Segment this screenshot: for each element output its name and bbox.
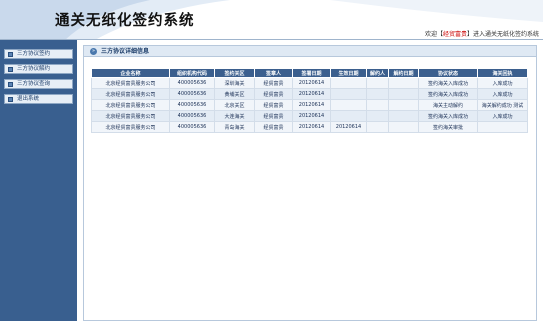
table-row[interactable]: 北京经贸富贵服务公司 400005636 大连海关 经贸富贵 20120614 … (91, 110, 528, 122)
table-row[interactable]: 北京经贸富贵服务公司 400005636 北京关区 经贸富贵 20120614 … (91, 99, 528, 111)
table-cell: 入库成功 (477, 88, 528, 100)
column-header: 组织机构代码 (169, 68, 215, 78)
column-header: 企业名称 (91, 68, 170, 78)
info-icon: » (90, 48, 97, 55)
welcome-suffix: 】进入通关无纸化签约系统 (466, 31, 539, 38)
table-cell (366, 110, 389, 122)
table-cell: 400005636 (169, 77, 215, 89)
column-header: 协议状态 (418, 68, 478, 78)
table-cell: 北京经贸富贵服务公司 (91, 121, 170, 133)
column-header: 生效日期 (330, 68, 367, 78)
table-cell (366, 77, 389, 89)
table-cell: 20120614 (292, 121, 331, 133)
table-cell: 大连海关 (214, 110, 255, 122)
table-cell: 经贸富贵 (254, 88, 293, 100)
table-cell (366, 121, 389, 133)
agreement-table: 企业名称 组织机构代码 签约关区 签章人 签署日期 生效日期 解约人 解约日期 … (91, 68, 528, 133)
sidebar-item-query[interactable]: 三方协议查询 (4, 79, 73, 89)
panel-title: 三方协议详细信息 (101, 48, 150, 55)
table-row[interactable]: 北京经贸富贵服务公司 400005636 青岛海关 经贸富贵 20120614 … (91, 121, 528, 133)
table-cell: 20120614 (292, 110, 331, 122)
welcome-user: 经贸富贵 (442, 31, 467, 38)
table-header-row: 企业名称 组织机构代码 签约关区 签章人 签署日期 生效日期 解约人 解约日期 … (91, 68, 528, 78)
table-cell: 经贸富贵 (254, 110, 293, 122)
table-cell: 400005636 (169, 88, 215, 100)
agreement-detail-panel: » 三方协议详细信息 企业名称 组织机构代码 签约关区 签章人 签署日期 生效日… (83, 45, 537, 321)
table-cell: 20120614 (292, 99, 331, 111)
column-header: 签约关区 (214, 68, 255, 78)
sidebar-item-sign[interactable]: 三方协议签约 (4, 49, 73, 59)
sidebar-item-label: 三方协议解约 (17, 66, 51, 72)
sidebar-item-terminate[interactable]: 三方协议解约 (4, 64, 73, 74)
table-cell: 青岛海关 (214, 121, 255, 133)
sidebar-item-label: 退出系统 (17, 96, 40, 102)
table-cell: 北京经贸富贵服务公司 (91, 99, 170, 111)
table-cell: 签约海关入库成功 (418, 88, 478, 100)
table-cell: 北京经贸富贵服务公司 (91, 77, 170, 89)
table-cell (388, 121, 419, 133)
table-cell: 20120614 (292, 88, 331, 100)
table-cell (330, 99, 367, 111)
table-cell: 400005636 (169, 99, 215, 111)
sidebar-item-label: 三方协议签约 (17, 51, 51, 57)
column-header: 解约日期 (388, 68, 419, 78)
app-title: 通关无纸化签约系统 (55, 13, 195, 29)
panel-header: » 三方协议详细信息 (84, 46, 536, 57)
table-cell: 经贸富贵 (254, 121, 293, 133)
table-cell: 入库成功 (477, 77, 528, 89)
table-cell: 20120614 (330, 121, 367, 133)
bullet-icon (8, 52, 13, 57)
table-cell: 黄埔关区 (214, 88, 255, 100)
table-cell (388, 77, 419, 89)
table-cell: 400005636 (169, 121, 215, 133)
table-cell (366, 88, 389, 100)
bullet-icon (8, 97, 13, 102)
table-cell: 经贸富贵 (254, 77, 293, 89)
column-header: 签署日期 (292, 68, 331, 78)
table-cell (388, 88, 419, 100)
table-cell (388, 110, 419, 122)
table-cell: 深圳海关 (214, 77, 255, 89)
sidebar-item-label: 三方协议查询 (17, 81, 51, 87)
column-header: 海关回执 (477, 68, 528, 78)
sidebar-item-logout[interactable]: 退出系统 (4, 94, 73, 104)
table-cell (366, 99, 389, 111)
table-cell (330, 88, 367, 100)
table-cell: 北京关区 (214, 99, 255, 111)
table-cell: 入库成功 (477, 110, 528, 122)
table-row[interactable]: 北京经贸富贵服务公司 400005636 黄埔关区 经贸富贵 20120614 … (91, 88, 528, 100)
bullet-icon (8, 82, 13, 87)
header-banner: 通关无纸化签约系统 欢迎【经贸富贵】进入通关无纸化签约系统 (0, 0, 543, 40)
table-cell: 经贸富贵 (254, 99, 293, 111)
table-cell: 400005636 (169, 110, 215, 122)
table-cell: 20120614 (292, 77, 331, 89)
sidebar: 三方协议签约 三方协议解约 三方协议查询 退出系统 (0, 40, 77, 321)
welcome-prefix: 欢迎【 (424, 31, 443, 38)
table-cell (330, 77, 367, 89)
table-row[interactable]: 北京经贸富贵服务公司 400005636 深圳海关 经贸富贵 20120614 … (91, 77, 528, 89)
table-cell: 签约海关入库成功 (418, 77, 478, 89)
table-cell (477, 121, 528, 133)
welcome-message: 欢迎【经贸富贵】进入通关无纸化签约系统 (425, 29, 539, 38)
table-cell (330, 110, 367, 122)
table-cell: 海关主动解约 (418, 99, 478, 111)
column-header: 解约人 (366, 68, 389, 78)
table-cell: 签约海关审批 (418, 121, 478, 133)
app-window: 通关无纸化签约系统 欢迎【经贸富贵】进入通关无纸化签约系统 三方协议签约 三方协… (0, 0, 543, 321)
table-cell: 海关解约成功 测试 (477, 99, 528, 111)
table-cell: 签约海关入库成功 (418, 110, 478, 122)
column-header: 签章人 (254, 68, 293, 78)
table-cell: 北京经贸富贵服务公司 (91, 88, 170, 100)
header-divider (0, 39, 543, 40)
table-cell: 北京经贸富贵服务公司 (91, 110, 170, 122)
bullet-icon (8, 67, 13, 72)
table-cell (388, 99, 419, 111)
